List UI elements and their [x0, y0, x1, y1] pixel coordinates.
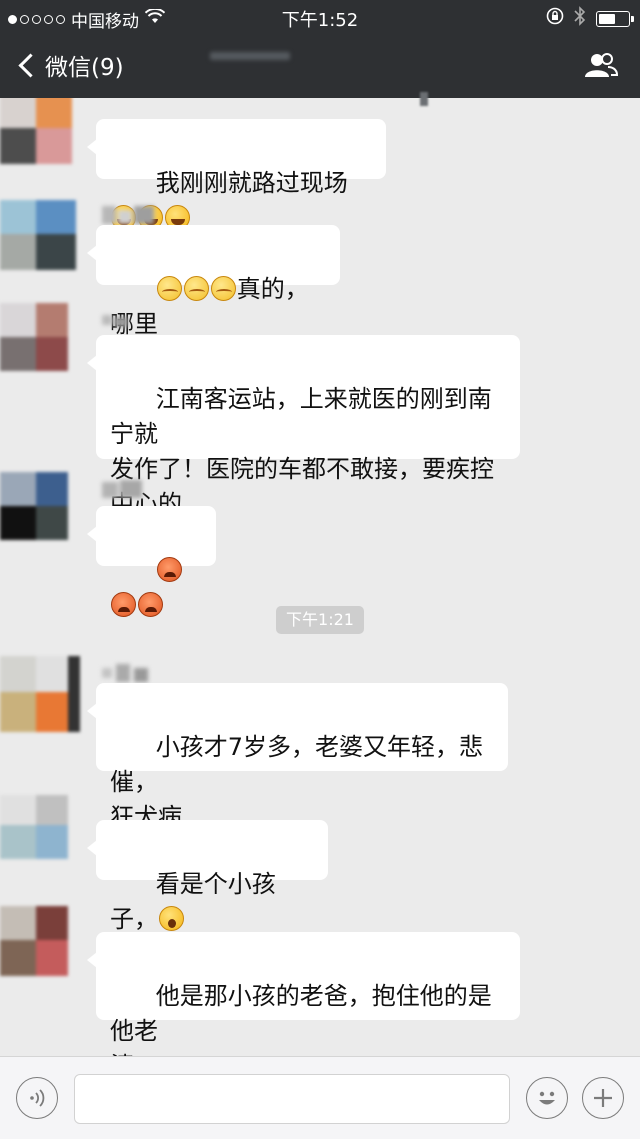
message-bubble[interactable] — [87, 506, 216, 617]
blushing-emoji-icon — [183, 276, 209, 301]
avatar[interactable] — [0, 906, 80, 976]
angry-emoji-icon — [156, 557, 182, 582]
avatar[interactable] — [0, 472, 80, 540]
status-bar: 中国移动 下午1:52 — [0, 0, 640, 34]
group-members-icon — [585, 53, 619, 77]
chat-timestamp: 下午1:21 — [276, 606, 364, 634]
status-time: 下午1:52 — [281, 10, 359, 31]
nickname-blurred — [102, 664, 162, 684]
emoji-icon — [539, 1091, 555, 1105]
angry-emoji-icon — [138, 592, 163, 617]
status-right — [546, 6, 634, 31]
message-text: 小孩才7岁多，老婆又年轻，悲催， 狂犬病 — [110, 733, 484, 831]
plus-icon — [594, 1089, 612, 1107]
avatar[interactable] — [0, 303, 80, 371]
input-bar — [0, 1056, 640, 1139]
message-text: 看是个小孩子， — [110, 870, 276, 933]
message-text: 江南客运站，上来就医的刚到南宁就 发作了！医院的车都不敢接，要疾控 中心的 — [110, 385, 494, 518]
avatar[interactable] — [0, 795, 80, 859]
voice-icon — [30, 1089, 45, 1107]
message-bubble[interactable]: 江南客运站，上来就医的刚到南宁就 发作了！医院的车都不敢接，要疾控 中心的 — [87, 335, 520, 518]
message-bubble[interactable]: 我刚刚就路过现场 — [87, 119, 386, 230]
message-text: 他是那小孩的老爸，抱住他的是他老 婆 — [110, 982, 492, 1056]
message-bubble[interactable]: 小孩才7岁多，老婆又年轻，悲催， 狂犬病 — [87, 683, 508, 831]
nav-bar: 微信(9) — [0, 34, 640, 106]
nickname-blurred — [102, 309, 162, 329]
message-bubble[interactable]: 看是个小孩子， — [87, 820, 328, 933]
avatar[interactable] — [0, 98, 80, 164]
nickname-blurred — [102, 206, 162, 226]
avatar[interactable] — [0, 200, 80, 270]
emoji-button[interactable] — [526, 1077, 568, 1119]
message-input[interactable] — [74, 1074, 510, 1124]
lock-rotation-icon — [546, 7, 564, 30]
bluetooth-icon — [574, 6, 586, 31]
voice-button[interactable] — [16, 1077, 58, 1119]
angry-emoji-icon — [111, 592, 136, 617]
group-members-button[interactable] — [584, 52, 619, 82]
shocked-emoji-icon — [159, 906, 184, 931]
message-text: 我刚刚就路过现场 — [155, 169, 348, 197]
blushing-emoji-icon — [156, 276, 182, 301]
back-chevron-icon — [18, 52, 43, 78]
battery-fill — [599, 13, 615, 24]
message-bubble[interactable]: 真的，哪里 — [87, 225, 340, 338]
nickname-blurred — [102, 480, 162, 500]
chat-title-blurred — [210, 52, 290, 60]
blushing-emoji-icon — [210, 276, 236, 301]
battery-icon — [596, 10, 634, 27]
back-button[interactable]: 微信(9) — [14, 48, 124, 82]
back-label: 微信(9) — [45, 55, 124, 81]
message-bubble[interactable]: 他是那小孩的老爸，抱住他的是他老 婆 — [87, 932, 520, 1056]
more-button[interactable] — [582, 1077, 624, 1119]
chat-area[interactable]: 我刚刚就路过现场 真的，哪里 江南客运站，上来就医的刚到南宁就 发作了！医院的车… — [0, 98, 640, 1056]
avatar[interactable] — [0, 656, 82, 732]
